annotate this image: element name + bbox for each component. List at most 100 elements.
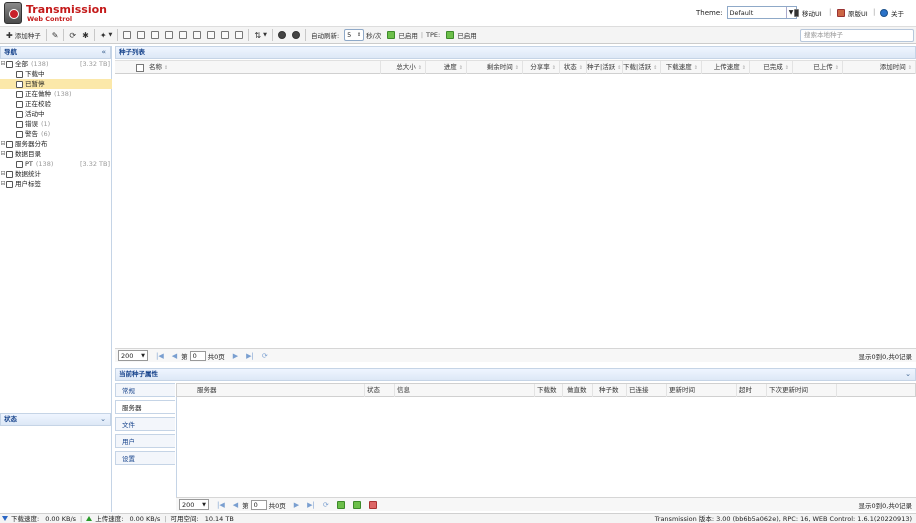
column-header[interactable]: 种子|活跃 ⇕ bbox=[587, 61, 623, 74]
refresh-icon[interactable]: ⟳ bbox=[262, 352, 268, 360]
column-header[interactable]: 上传速度 ⇕ bbox=[702, 61, 750, 74]
add-torrent-label: 添加种子 bbox=[14, 32, 41, 40]
nav-tree: ⊟ 全部 (138) [3.32 TB] 下载中 已暂停 正在做种 (138) 正在校验 活动中错… bbox=[0, 59, 112, 189]
collapse-left-icon[interactable]: « bbox=[101, 47, 106, 58]
nav-item[interactable]: ⊟ 用户标签 bbox=[0, 179, 112, 189]
tracker-column-header[interactable]: 已连接 bbox=[627, 384, 667, 397]
tracker-column-header[interactable]: 做直数 bbox=[565, 384, 593, 397]
add-torrent-button[interactable]: ✚ 添加种子 bbox=[3, 28, 44, 42]
settings-button[interactable]: ✱ bbox=[79, 28, 92, 42]
pause-torrent-button[interactable] bbox=[134, 28, 148, 42]
edit-tracker-icon[interactable] bbox=[352, 500, 361, 509]
first-page-icon[interactable]: |◀ bbox=[156, 352, 164, 360]
refresh-interval-stepper[interactable]: 5 ⇕ bbox=[344, 29, 365, 41]
column-header[interactable]: 名称 ⇕ bbox=[149, 61, 381, 74]
properties-tab[interactable]: 常规 bbox=[115, 383, 175, 397]
sort-menu-button[interactable]: ⇅ ▼ bbox=[251, 28, 270, 42]
torrent-table-header: 名称 ⇕ 总大小 ⇕ 进度 ⇕ 剩余时间 ⇕ 分享率 ⇕ 状态 ⇕ 种子|活跃 ⇕ 下载|活跃 ⇕ 下载速度 ⇕ 上… bbox=[115, 60, 916, 74]
mobile-ui-label: 移动UI bbox=[802, 10, 822, 18]
about-link[interactable]: 关于 bbox=[880, 8, 904, 18]
nav-item[interactable]: 下载中 bbox=[0, 69, 112, 79]
move-up-button[interactable] bbox=[218, 28, 232, 42]
next-page-icon[interactable]: ▶ bbox=[233, 352, 238, 360]
column-header[interactable]: 已上传 ⇕ bbox=[793, 61, 843, 74]
recheck-button[interactable] bbox=[148, 28, 162, 42]
speed-limit-button[interactable] bbox=[190, 28, 204, 42]
nav-item[interactable]: 活动中 bbox=[0, 109, 112, 119]
refresh-icon: ⟳ bbox=[69, 30, 77, 40]
delete-tracker-icon[interactable] bbox=[368, 500, 377, 509]
nav-item[interactable]: 错误 (1) bbox=[0, 119, 112, 129]
nav-item[interactable]: ⊟ 服务器分布 bbox=[0, 139, 112, 149]
properties-tab[interactable]: 文件 bbox=[115, 417, 175, 431]
prev-page-icon[interactable]: ◀ bbox=[233, 501, 238, 509]
reannounce-button[interactable] bbox=[176, 28, 190, 42]
select-all-checkbox[interactable] bbox=[136, 64, 144, 72]
original-ui-link[interactable]: 原版UI bbox=[837, 8, 868, 18]
properties-tab[interactable]: 设置 bbox=[115, 451, 175, 465]
mobile-ui-link[interactable]: 移动UI bbox=[794, 8, 822, 18]
column-header[interactable]: 下载|活跃 ⇕ bbox=[623, 61, 661, 74]
page-total: 共0页 bbox=[268, 501, 286, 510]
column-header[interactable]: 分享率 ⇕ bbox=[523, 61, 560, 74]
nav-item[interactable]: PT (138) [3.32 TB] bbox=[0, 159, 112, 169]
nav-item[interactable]: ⊟ 全部 (138) [3.32 TB] bbox=[0, 59, 112, 69]
tracker-column-header[interactable]: 服务器 bbox=[195, 384, 365, 397]
reload-button[interactable]: ⟳ bbox=[66, 28, 79, 42]
start-all-button[interactable] bbox=[275, 28, 289, 42]
tracker-column-header[interactable]: 信息 bbox=[395, 384, 535, 397]
search-input[interactable]: 搜索本地种子 bbox=[800, 29, 914, 42]
pin-button[interactable]: ✎ bbox=[49, 28, 62, 42]
column-header[interactable]: 添加时间 ⇕ bbox=[843, 61, 916, 74]
column-header[interactable]: 状态 ⇕ bbox=[560, 61, 587, 74]
nav-item[interactable]: 正在做种 (138) bbox=[0, 89, 112, 99]
pause-all-button[interactable] bbox=[289, 28, 303, 42]
last-page-icon[interactable]: ▶| bbox=[307, 501, 315, 509]
page-size-select[interactable]: 200 ▼ bbox=[179, 499, 209, 510]
plugin-menu-button[interactable]: ✦ ▼ bbox=[97, 28, 116, 42]
nav-item[interactable]: 已暂停 bbox=[0, 79, 112, 89]
tracker-column-header[interactable]: 下次更新时间 bbox=[767, 384, 837, 397]
column-header[interactable]: 进度 ⇕ bbox=[426, 61, 467, 74]
alt-speed-toggle[interactable]: 已启用 bbox=[384, 28, 421, 42]
column-header[interactable]: 剩余时间 ⇕ bbox=[467, 61, 523, 74]
sort-icon: ⇕ bbox=[784, 65, 789, 71]
add-tracker-icon[interactable] bbox=[336, 500, 345, 509]
nav-item[interactable]: ⊟ 数据目录 bbox=[0, 149, 112, 159]
first-page-icon[interactable]: |◀ bbox=[217, 501, 225, 509]
separator: | bbox=[80, 514, 83, 523]
column-header[interactable]: 总大小 ⇕ bbox=[381, 61, 426, 74]
theme-label: Theme: bbox=[696, 8, 723, 17]
expand-down-icon[interactable]: ⌄ bbox=[100, 414, 106, 425]
nav-item[interactable]: 正在校验 bbox=[0, 99, 112, 109]
tracker-column-header[interactable]: 种子数 bbox=[597, 384, 627, 397]
column-header[interactable]: 下载速度 ⇕ bbox=[661, 61, 702, 74]
next-page-icon[interactable]: ▶ bbox=[294, 501, 299, 509]
tpe-toggle[interactable]: 已启用 bbox=[443, 28, 480, 42]
prev-page-icon[interactable]: ◀ bbox=[172, 352, 177, 360]
refresh-icon[interactable]: ⟳ bbox=[323, 501, 329, 509]
tracker-column-header[interactable]: 超时 bbox=[737, 384, 767, 397]
move-top-button[interactable] bbox=[204, 28, 218, 42]
last-page-icon[interactable]: ▶| bbox=[246, 352, 254, 360]
nav-item-size: [3.32 TB] bbox=[79, 60, 110, 68]
properties-tab[interactable]: 服务器 bbox=[115, 400, 175, 414]
column-header[interactable]: 已完成 ⇕ bbox=[750, 61, 793, 74]
theme-select[interactable]: Default ▼ bbox=[726, 6, 797, 19]
start-torrent-button[interactable] bbox=[120, 28, 134, 42]
status-bar: 下载速度: 0.00 KB/s | 上传速度: 0.00 KB/s | 可用空间… bbox=[0, 513, 916, 523]
nav-item[interactable]: 警告 (6) bbox=[0, 129, 112, 139]
nav-item[interactable]: ⊟ 数据统计 bbox=[0, 169, 112, 179]
properties-tab[interactable]: 用户 bbox=[115, 434, 175, 448]
move-down-button[interactable] bbox=[232, 28, 246, 42]
tracker-column-header[interactable]: 状态 bbox=[365, 384, 395, 397]
page-number-input[interactable]: 0 bbox=[250, 499, 267, 510]
sort-icon: ⇕ bbox=[578, 65, 583, 71]
remove-button[interactable] bbox=[162, 28, 176, 42]
page-number-input[interactable]: 0 bbox=[189, 350, 206, 361]
torrent-table-body bbox=[115, 75, 916, 346]
tracker-column-header[interactable]: 下载数 bbox=[535, 384, 563, 397]
tracker-column-header[interactable]: 更新时间 bbox=[667, 384, 737, 397]
collapse-down-icon[interactable]: ⌄ bbox=[905, 369, 911, 380]
page-size-select[interactable]: 200 ▼ bbox=[118, 350, 148, 361]
